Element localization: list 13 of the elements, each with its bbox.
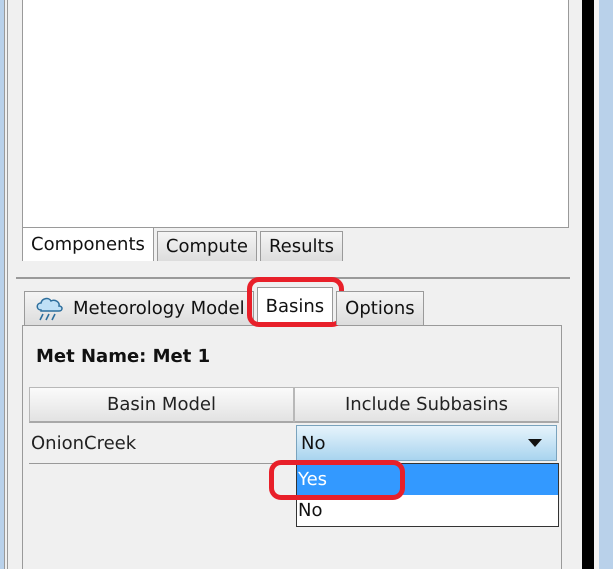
met-name-label: Met Name: Met 1: [36, 346, 210, 367]
tab[interactable]: Options: [336, 291, 424, 325]
table-cell: OnionCreek: [29, 423, 294, 464]
tab[interactable]: Compute: [156, 231, 257, 261]
tab[interactable]: Components: [22, 227, 154, 261]
column-header[interactable]: Include Subbasins: [294, 387, 559, 423]
tab[interactable]: Results: [260, 231, 343, 261]
tab[interactable]: Meteorology Model: [24, 291, 254, 325]
dropdown-option[interactable]: No: [297, 495, 558, 526]
dropdown[interactable]: No: [296, 425, 557, 461]
tab[interactable]: Basins: [256, 287, 334, 325]
caret-icon: [528, 439, 542, 447]
column-header[interactable]: Basin Model: [29, 387, 294, 423]
